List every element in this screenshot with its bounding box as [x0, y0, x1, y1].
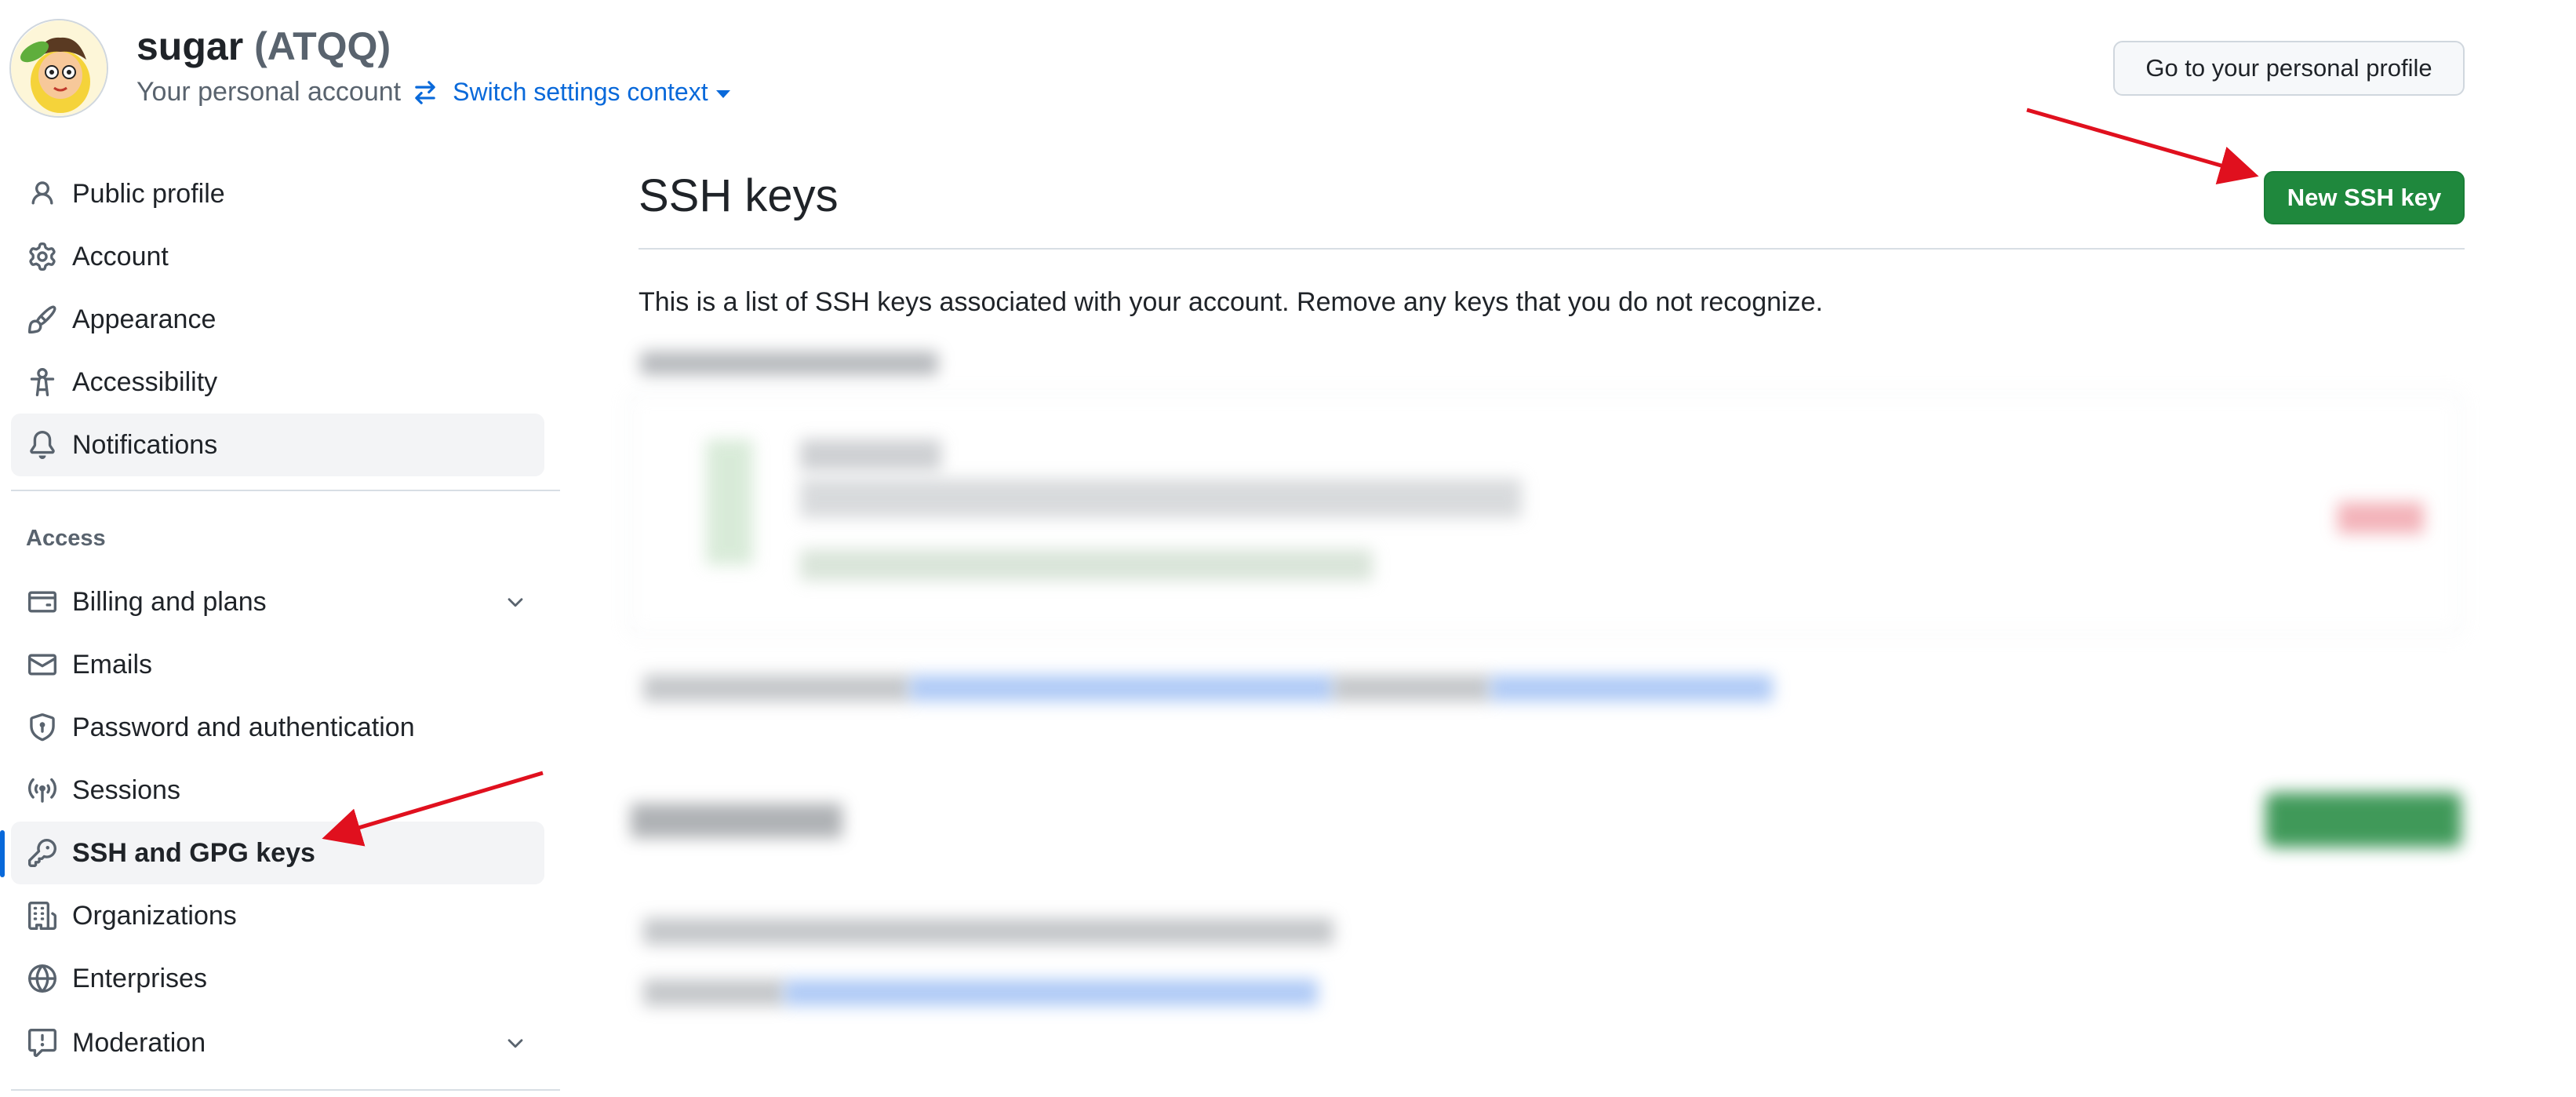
redacted-link [1490, 675, 1773, 702]
title-divider [639, 248, 2465, 250]
sidebar-divider [11, 490, 560, 491]
sidebar-item-label: Account [72, 241, 169, 272]
go-to-profile-button[interactable]: Go to your personal profile [2113, 41, 2465, 96]
selected-indicator [0, 830, 5, 877]
accessibility-icon [25, 365, 60, 399]
sidebar-item-label: Sessions [72, 774, 180, 805]
sidebar-item-label: Enterprises [72, 963, 207, 993]
avatar[interactable] [9, 19, 108, 118]
sidebar-item-label: Moderation [72, 1027, 206, 1058]
page-description: This is a list of SSH keys associated wi… [639, 287, 1823, 317]
mail-icon [25, 647, 60, 682]
sidebar-divider-bottom [11, 1089, 560, 1091]
bell-icon [25, 428, 60, 462]
redacted-block [800, 549, 1373, 581]
sidebar-item-enterprises[interactable]: Enterprises [11, 947, 544, 1010]
redacted-link [784, 979, 1318, 1006]
sidebar-item-sessions[interactable]: Sessions [11, 759, 544, 822]
report-icon [25, 1026, 60, 1060]
sidebar-item-label: Public profile [72, 178, 225, 209]
sidebar-item-account[interactable]: Account [11, 225, 544, 288]
redacted-block [643, 979, 784, 1006]
page-title: SSH keys [639, 170, 839, 221]
sidebar-item-moderation[interactable]: Moderation [11, 1011, 544, 1074]
sidebar-item-label: SSH and GPG keys [72, 837, 315, 868]
redacted-block [643, 675, 910, 702]
switch-context-label: Switch settings context [453, 78, 708, 106]
sidebar-item-label: Notifications [72, 429, 218, 460]
organization-icon [25, 898, 60, 933]
account-handle: (ATQQ) [254, 24, 391, 68]
sidebar-item-label: Accessibility [72, 366, 218, 397]
annotation-arrow-to-new-key [2026, 108, 2259, 185]
paintbrush-icon [25, 302, 60, 337]
account-name: sugar (ATQQ) [136, 24, 391, 69]
redacted-key-title [640, 352, 938, 375]
sidebar-section-access: Access [26, 526, 106, 551]
sidebar-item-label: Organizations [72, 900, 237, 931]
account-subtitle: Your personal account [136, 77, 402, 107]
sidebar-item-ssh-gpg-keys[interactable]: SSH and GPG keys [11, 822, 544, 884]
account-subtitle-row: Your personal account Switch settings co… [136, 77, 730, 108]
person-icon [25, 177, 60, 211]
redacted-key-icon [706, 439, 753, 565]
sidebar-item-organizations[interactable]: Organizations [11, 884, 544, 947]
new-ssh-key-button[interactable]: New SSH key [2264, 171, 2465, 224]
shield-lock-icon [25, 710, 60, 745]
switch-context-link[interactable]: Switch settings context [453, 78, 730, 107]
gear-icon [25, 239, 60, 274]
credit-card-icon [25, 585, 60, 619]
sidebar-item-public-profile[interactable]: Public profile [11, 162, 544, 225]
sidebar-item-label: Appearance [72, 304, 216, 334]
sidebar-item-notifications[interactable]: Notifications [11, 414, 544, 476]
avatar-illustration [11, 20, 107, 116]
caret-down-icon [715, 89, 730, 98]
redacted-button [2265, 793, 2461, 847]
redacted-link [910, 675, 1333, 702]
chevron-down-icon[interactable] [504, 591, 527, 618]
arrow-switch-icon [412, 79, 438, 106]
redacted-block [1333, 675, 1490, 702]
key-icon [25, 836, 60, 870]
globe-icon [25, 961, 60, 996]
redacted-block [800, 439, 941, 471]
sidebar-item-appearance[interactable]: Appearance [11, 288, 544, 351]
sidebar-item-label: Password and authentication [72, 712, 415, 742]
redacted-section-title [631, 804, 842, 838]
redacted-delete-button [2338, 502, 2424, 534]
broadcast-icon [25, 773, 60, 807]
sidebar-item-label: Billing and plans [72, 586, 267, 617]
sidebar-item-billing[interactable]: Billing and plans [11, 570, 544, 633]
redacted-block [800, 479, 1522, 518]
sidebar-item-emails[interactable]: Emails [11, 633, 544, 696]
chevron-down-icon[interactable] [504, 1032, 527, 1059]
sidebar-item-accessibility[interactable]: Accessibility [11, 351, 544, 414]
account-name-text: sugar [136, 24, 244, 68]
sidebar-item-label: Emails [72, 649, 153, 680]
redacted-block [643, 918, 1333, 945]
sidebar-item-password[interactable]: Password and authentication [11, 696, 544, 759]
